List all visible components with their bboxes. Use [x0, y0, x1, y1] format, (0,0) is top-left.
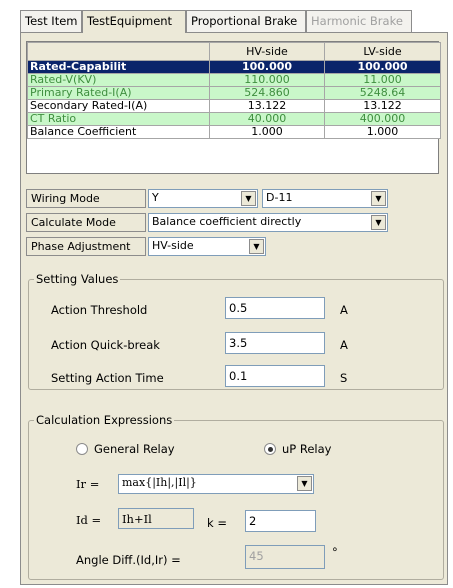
wiring-mode-hv-value: Y [152, 191, 159, 204]
row-name: Rated-V(KV) [27, 73, 210, 87]
wiring-mode-lv-value: D-11 [266, 191, 293, 204]
chevron-down-icon[interactable]: ▼ [249, 239, 264, 254]
action-quickbreak-unit: A [340, 338, 348, 352]
wiring-mode-lv-select[interactable]: D-11 ▼ [262, 189, 388, 208]
k-input[interactable]: 2 [245, 510, 316, 532]
setting-values-title: Setting Values [34, 272, 121, 286]
phase-adjustment-value: HV-side [152, 239, 194, 252]
degree-unit: ° [332, 545, 338, 559]
row-name: Secondary Rated-I(A) [27, 99, 210, 113]
table-row[interactable]: Primary Rated-I(A) 524.860 5248.64 [27, 86, 441, 100]
ir-label: Ir = [76, 477, 100, 491]
grid-header-lv: LV-side [324, 42, 441, 61]
phase-adjustment-select[interactable]: HV-side ▼ [148, 237, 266, 256]
cell-lv[interactable]: 13.122 [324, 99, 441, 113]
tab-test-equipment[interactable]: TestEquipment [82, 10, 186, 33]
setting-action-time-unit: S [340, 371, 348, 385]
cell-hv[interactable]: 110.000 [209, 73, 325, 87]
row-name: Primary Rated-I(A) [27, 86, 210, 100]
action-quickbreak-input[interactable]: 3.5 [225, 332, 325, 354]
setting-action-time-label: Setting Action Time [51, 371, 164, 385]
cell-lv[interactable]: 1.000 [324, 125, 441, 139]
general-relay-radio[interactable] [76, 443, 88, 455]
action-threshold-label: Action Threshold [51, 303, 148, 317]
action-quickbreak-label: Action Quick-break [51, 338, 160, 352]
row-name: Rated-Capabilit [27, 60, 210, 74]
cell-hv[interactable]: 13.122 [209, 99, 325, 113]
tab-proportional-brake[interactable]: Proportional Brake [186, 10, 306, 32]
cell-hv[interactable]: 40.000 [209, 112, 325, 126]
tab-test-item[interactable]: Test Item [20, 10, 82, 32]
cell-hv[interactable]: 1.000 [209, 125, 325, 139]
angle-diff-label: Angle Diff.(Id,Ir) = [76, 553, 181, 567]
cell-lv[interactable]: 100.000 [324, 60, 441, 74]
id-label: Id = [76, 513, 102, 527]
up-relay-radio[interactable] [264, 443, 276, 455]
row-name: Balance Coefficient [27, 125, 210, 139]
action-threshold-input[interactable]: 0.5 [225, 297, 325, 319]
tab-harmonic-brake[interactable]: Harmonic Brake [306, 10, 412, 32]
cell-lv[interactable]: 5248.64 [324, 86, 441, 100]
grid-corner [27, 42, 210, 61]
table-row[interactable]: Secondary Rated-I(A) 13.122 13.122 [27, 99, 441, 113]
chevron-down-icon[interactable]: ▼ [241, 191, 256, 206]
chevron-down-icon[interactable]: ▼ [371, 215, 386, 230]
calculate-mode-select[interactable]: Balance coefficient directly ▼ [148, 213, 388, 232]
action-threshold-unit: A [340, 303, 348, 317]
ir-expression-select[interactable]: max{|Ih|,|Il|} ▼ [118, 474, 314, 494]
cell-hv[interactable]: 100.000 [209, 60, 325, 74]
up-relay-label[interactable]: uP Relay [282, 442, 331, 456]
calculate-mode-value: Balance coefficient directly [152, 215, 302, 228]
k-label: k = [207, 516, 227, 530]
phase-adjustment-label: Phase Adjustment [26, 237, 146, 256]
table-row[interactable]: Rated-V(KV) 110.000 11.000 [27, 73, 441, 87]
setting-action-time-input[interactable]: 0.1 [225, 365, 325, 387]
chevron-down-icon[interactable]: ▼ [297, 476, 312, 491]
calculate-mode-label: Calculate Mode [26, 213, 146, 232]
grid-header-hv: HV-side [209, 42, 325, 61]
id-expression-field: Ih+Il [118, 508, 194, 529]
ir-expression-value: max{|Ih|,|Il|} [122, 476, 197, 489]
general-relay-label[interactable]: General Relay [94, 442, 175, 456]
cell-hv[interactable]: 524.860 [209, 86, 325, 100]
row-name: CT Ratio [27, 112, 210, 126]
cell-lv[interactable]: 11.000 [324, 73, 441, 87]
chevron-down-icon[interactable]: ▼ [371, 191, 386, 206]
parameter-grid: HV-side LV-side Rated-Capabilit 100.000 … [26, 41, 441, 174]
angle-diff-input: 45 [245, 545, 325, 569]
cell-lv[interactable]: 400.000 [324, 112, 441, 126]
wiring-mode-hv-select[interactable]: Y ▼ [148, 189, 258, 208]
table-row[interactable]: Rated-Capabilit 100.000 100.000 [27, 60, 441, 74]
table-row[interactable]: CT Ratio 40.000 400.000 [27, 112, 441, 126]
tab-bar: Test Item TestEquipment Proportional Bra… [20, 10, 450, 33]
table-row[interactable]: Balance Coefficient 1.000 1.000 [27, 125, 441, 139]
calculation-expressions-title: Calculation Expressions [34, 413, 175, 427]
wiring-mode-label: Wiring Mode [26, 189, 146, 208]
